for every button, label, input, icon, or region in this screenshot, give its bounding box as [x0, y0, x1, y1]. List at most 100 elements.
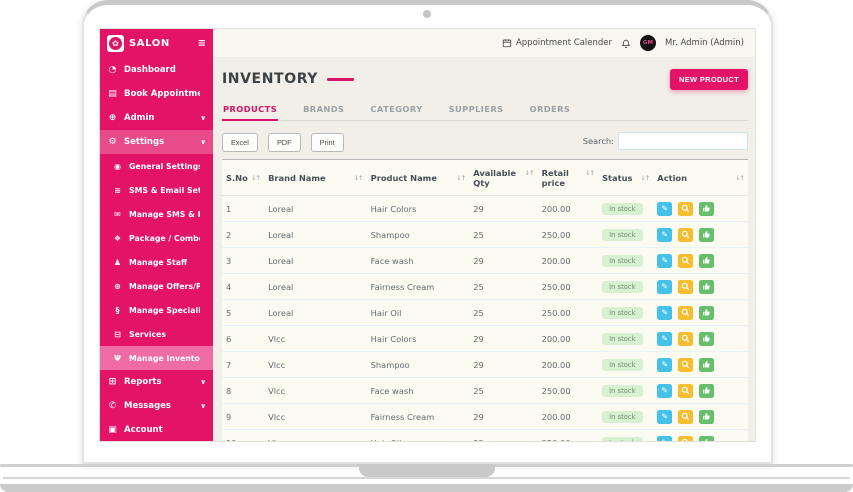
paperclip-icon: § — [112, 306, 123, 315]
sidebar-item[interactable]: ⊞ Reports ∨ — [100, 370, 213, 394]
hamburger-icon[interactable]: ≡ — [198, 38, 206, 49]
sidebar-item[interactable]: ♟ Manage Staff — [100, 250, 213, 274]
view-button[interactable] — [678, 228, 693, 242]
table-row: 2 Loreal Shampoo 25 250.00 In stock — [222, 222, 748, 248]
tab[interactable]: PRODUCTS — [222, 98, 278, 121]
approve-button[interactable] — [699, 306, 714, 320]
view-button[interactable] — [678, 280, 693, 294]
admin-icon: ⊕ — [107, 113, 118, 123]
column-header[interactable]: ↓↑ Retail price — [538, 160, 598, 196]
tab[interactable]: BRANDS — [302, 98, 345, 121]
column-header[interactable]: ↓↑ Available Qty — [469, 160, 537, 196]
avatar[interactable]: GM — [640, 35, 656, 51]
sidebar-item[interactable]: ✉ Manage SMS & Email — [100, 202, 213, 226]
table-row: 9 Vlcc Fairness Cream 29 200.00 In stock — [222, 404, 748, 430]
sort-icon[interactable]: ↓↑ — [735, 174, 744, 182]
view-button[interactable] — [678, 306, 693, 320]
sidebar-item[interactable]: ⊟ Services — [100, 322, 213, 346]
cell-status: In stock — [598, 378, 653, 404]
sidebar-item[interactable]: ❖ Package / Combo — [100, 226, 213, 250]
approve-button[interactable] — [699, 332, 714, 346]
approve-button[interactable] — [699, 410, 714, 424]
view-button[interactable] — [678, 254, 693, 268]
status-badge: In stock — [602, 203, 643, 215]
view-button[interactable] — [678, 410, 693, 424]
sidebar-item[interactable]: Ψ Manage Inventory — [100, 346, 213, 370]
approve-button[interactable] — [699, 384, 714, 398]
sidebar-item[interactable]: ✆ Messages ∨ — [100, 394, 213, 418]
cell-sno: 5 — [222, 300, 264, 326]
sidebar-item[interactable]: ⊕ Admin ∨ — [100, 106, 213, 130]
sort-icon[interactable]: ↓↑ — [456, 174, 465, 182]
new-product-button[interactable]: NEW PRODUCT — [670, 69, 748, 90]
laptop-mockup: ✿ SALON ≡ ◔ Dashboard ▤ Book Appointment — [0, 0, 853, 492]
approve-button[interactable] — [699, 280, 714, 294]
search-label: Search: — [583, 136, 614, 146]
sort-icon[interactable]: ↓↑ — [251, 174, 260, 182]
edit-button[interactable]: ✎ — [657, 436, 672, 442]
sidebar-item-label: Manage Inventory — [129, 354, 200, 363]
edit-button[interactable]: ✎ — [657, 254, 672, 268]
cell-actions: ✎ — [653, 222, 748, 248]
column-header[interactable]: ↓↑ Brand Name — [264, 160, 367, 196]
sidebar-item-label: Manage SMS & Email — [129, 210, 200, 219]
sidebar-item[interactable]: ◉ General Settings — [100, 154, 213, 178]
edit-button[interactable]: ✎ — [657, 280, 672, 294]
approve-button[interactable] — [699, 202, 714, 216]
view-button[interactable] — [678, 332, 693, 346]
sidebar-item[interactable]: ◔ Dashboard — [100, 58, 213, 82]
edit-button[interactable]: ✎ — [657, 228, 672, 242]
export-button[interactable]: Print — [311, 133, 344, 152]
status-badge: In stock — [602, 385, 643, 397]
approve-button[interactable] — [699, 254, 714, 268]
column-header[interactable]: ↓↑ Status — [598, 160, 653, 196]
sidebar-item[interactable]: ⊛ Manage Offers/Promos — [100, 274, 213, 298]
edit-button[interactable]: ✎ — [657, 202, 672, 216]
edit-button[interactable]: ✎ — [657, 306, 672, 320]
magnifier-icon — [681, 412, 690, 421]
sidebar-item[interactable]: ▤ Book Appointment — [100, 82, 213, 106]
thumbs-up-icon — [702, 334, 711, 343]
approve-button[interactable] — [699, 228, 714, 242]
column-header[interactable]: ↓↑ Product Name — [367, 160, 470, 196]
sidebar-item[interactable]: ▣ Account — [100, 418, 213, 441]
view-button[interactable] — [678, 436, 693, 442]
sidebar-item[interactable]: ≋ SMS & Email Settings — [100, 178, 213, 202]
edit-button[interactable]: ✎ — [657, 410, 672, 424]
bell-icon[interactable] — [621, 38, 631, 49]
approve-button[interactable] — [699, 358, 714, 372]
appointment-calendar-link[interactable]: Appointment Calender — [502, 38, 612, 48]
edit-button[interactable]: ✎ — [657, 332, 672, 346]
cell-price: 250.00 — [538, 222, 598, 248]
edit-button[interactable]: ✎ — [657, 358, 672, 372]
view-button[interactable] — [678, 384, 693, 398]
sort-icon[interactable]: ↓↑ — [354, 174, 363, 182]
cell-price: 200.00 — [538, 248, 598, 274]
search-input[interactable] — [618, 132, 748, 150]
column-header[interactable]: ↓↑ Action — [653, 160, 748, 196]
tab[interactable]: SUPPLIERS — [448, 98, 505, 121]
sidebar-item[interactable]: ⚙ Settings ∨ — [100, 130, 213, 154]
column-header[interactable]: ↓↑ S.No — [222, 160, 264, 196]
tab[interactable]: ORDERS — [529, 98, 572, 121]
view-button[interactable] — [678, 202, 693, 216]
sidebar-item[interactable]: § Manage Specialization — [100, 298, 213, 322]
export-button[interactable]: PDF — [268, 133, 301, 152]
cell-sno: 1 — [222, 196, 264, 222]
tab[interactable]: CATEGORY — [369, 98, 423, 121]
cell-qty: 29 — [469, 404, 537, 430]
sort-icon[interactable]: ↓↑ — [640, 174, 649, 182]
flower-icon: ✿ — [109, 37, 122, 50]
cell-qty: 29 — [469, 248, 537, 274]
sort-icon[interactable]: ↓↑ — [525, 169, 534, 177]
view-button[interactable] — [678, 358, 693, 372]
export-buttons: Excel PDF Print — [222, 130, 349, 152]
approve-button[interactable] — [699, 436, 714, 442]
table-row: 8 Vlcc Face wash 25 250.00 In stock — [222, 378, 748, 404]
export-button[interactable]: Excel — [222, 133, 258, 152]
edit-button[interactable]: ✎ — [657, 384, 672, 398]
cell-actions: ✎ — [653, 430, 748, 442]
sort-icon[interactable]: ↓↑ — [585, 169, 594, 177]
cell-actions: ✎ — [653, 326, 748, 352]
sidebar-item-label: Manage Staff — [129, 258, 187, 267]
